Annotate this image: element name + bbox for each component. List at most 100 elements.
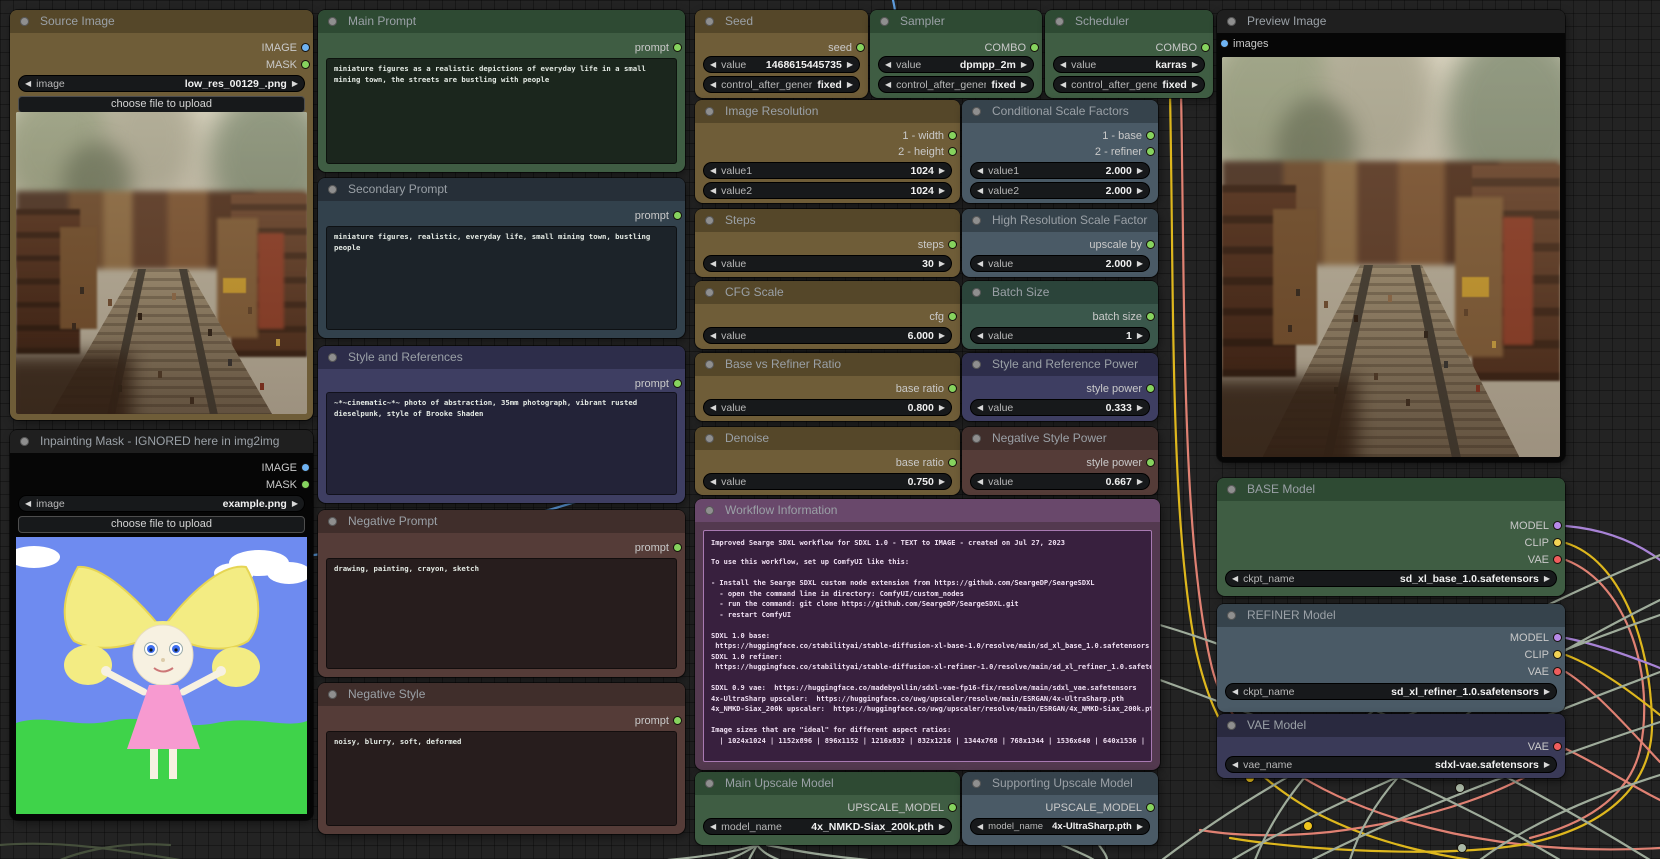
node-main-prompt[interactable]: Main Prompt prompt miniature figures as … — [318, 10, 685, 172]
slot-dot-vae[interactable] — [1553, 742, 1562, 751]
collapse-dot-icon[interactable] — [1055, 17, 1064, 26]
image-widget[interactable]: ◀ image example.png ▶ — [18, 495, 305, 512]
arrow-right-icon[interactable]: ▶ — [939, 477, 945, 486]
node-title-bar[interactable]: Workflow Information — [695, 499, 1160, 522]
node-inpainting-mask[interactable]: Inpainting Mask - IGNORED here in img2im… — [10, 430, 313, 820]
value-widget[interactable]: ◀ value 0.667 ▶ — [970, 473, 1150, 490]
arrow-right-icon[interactable]: ▶ — [939, 166, 945, 175]
slot-dot-prompt[interactable] — [673, 716, 682, 725]
collapse-dot-icon[interactable] — [972, 779, 981, 788]
slot-dot-model[interactable] — [1553, 521, 1562, 530]
node-title-bar[interactable]: REFINER Model — [1217, 604, 1565, 627]
arrow-right-icon[interactable]: ▶ — [1544, 574, 1550, 583]
slot-dot[interactable] — [948, 147, 957, 156]
node-vae-model[interactable]: VAE Model VAE ◀ vae_name sdxl-vae.safetens… — [1217, 714, 1565, 778]
arrow-right-icon[interactable]: ▶ — [292, 79, 298, 88]
node-image-resolution[interactable]: Image Resolution 1 - width 2 - height ◀ v… — [695, 100, 960, 203]
collapse-dot-icon[interactable] — [1227, 721, 1236, 730]
control-after-generate-widget[interactable]: ◀ control_after_generate fixed ▶ — [878, 76, 1034, 93]
slot-dot[interactable] — [948, 384, 957, 393]
workflow-info-textbox[interactable]: Improved Searge SDXL workflow for SDXL 1… — [703, 530, 1152, 762]
arrow-right-icon[interactable]: ▶ — [1137, 822, 1143, 831]
value1-widget[interactable]: ◀ value1 2.000 ▶ — [970, 162, 1150, 179]
arrow-left-icon[interactable]: ◀ — [1232, 687, 1238, 696]
arrow-left-icon[interactable]: ◀ — [885, 60, 891, 69]
slot-dot-prompt[interactable] — [673, 211, 682, 220]
node-title-bar[interactable]: Supporting Upscale Model — [962, 772, 1158, 795]
node-title-bar[interactable]: Main Prompt — [318, 10, 685, 33]
arrow-left-icon[interactable]: ◀ — [710, 477, 716, 486]
value-widget[interactable]: ◀ value 2.000 ▶ — [970, 255, 1150, 272]
arrow-left-icon[interactable]: ◀ — [977, 259, 983, 268]
slot-dot-combo[interactable] — [1030, 43, 1039, 52]
node-title-bar[interactable]: Seed — [695, 10, 868, 33]
collapse-dot-icon[interactable] — [705, 288, 714, 297]
node-high-res-scale-factor[interactable]: High Resolution Scale Factor upscale by … — [962, 209, 1158, 277]
node-title-bar[interactable]: CFG Scale — [695, 281, 960, 304]
node-title-bar[interactable]: Negative Style — [318, 683, 685, 706]
collapse-dot-icon[interactable] — [328, 185, 337, 194]
node-preview-image[interactable]: Preview Image images — [1217, 10, 1565, 462]
slot-dot-clip[interactable] — [1553, 650, 1562, 659]
node-title-bar[interactable]: VAE Model — [1217, 714, 1565, 737]
vae-name-widget[interactable]: ◀ vae_name sdxl-vae.safetensors ▶ — [1225, 756, 1557, 773]
node-title-bar[interactable]: Base vs Refiner Ratio — [695, 353, 960, 376]
node-workflow-information[interactable]: Workflow Information Improved Searge SDX… — [695, 499, 1160, 770]
slot-dot[interactable] — [948, 131, 957, 140]
node-title-bar[interactable]: Sampler — [870, 10, 1042, 33]
node-negative-style[interactable]: Negative Style prompt noisy, blurry, sof… — [318, 683, 685, 834]
collapse-dot-icon[interactable] — [328, 353, 337, 362]
slot-dot-prompt[interactable] — [673, 43, 682, 52]
arrow-right-icon[interactable]: ▶ — [1192, 80, 1198, 89]
slot-dot-vae[interactable] — [1553, 555, 1562, 564]
arrow-left-icon[interactable]: ◀ — [1060, 60, 1066, 69]
node-title-bar[interactable]: BASE Model — [1217, 478, 1565, 501]
node-conditional-scale-factors[interactable]: Conditional Scale Factors 1 - base 2 - r… — [962, 100, 1158, 203]
value1-widget[interactable]: ◀ value1 1024 ▶ — [703, 162, 952, 179]
prompt-textarea[interactable]: miniature figures, realistic, everyday l… — [326, 226, 677, 330]
collapse-dot-icon[interactable] — [1227, 485, 1236, 494]
node-sampler[interactable]: Sampler COMBO ◀ value dpmpp_2m ▶ ◀ control_a… — [870, 10, 1042, 98]
collapse-dot-icon[interactable] — [705, 779, 714, 788]
node-title-bar[interactable]: Style and References — [318, 346, 685, 369]
arrow-right-icon[interactable]: ▶ — [1137, 331, 1143, 340]
slot-dot-combo[interactable] — [1201, 43, 1210, 52]
node-negative-style-power[interactable]: Negative Style Power style power ◀ value 0… — [962, 427, 1158, 495]
value-widget[interactable]: ◀ value 6.000 ▶ — [703, 327, 952, 344]
slot-dot[interactable] — [948, 803, 957, 812]
ckpt-name-widget[interactable]: ◀ ckpt_name sd_xl_base_1.0.safetensors ▶ — [1225, 570, 1557, 587]
arrow-left-icon[interactable]: ◀ — [25, 79, 31, 88]
collapse-dot-icon[interactable] — [20, 17, 29, 26]
node-title-bar[interactable]: Image Resolution — [695, 100, 960, 123]
value-widget[interactable]: ◀ value 30 ▶ — [703, 255, 952, 272]
arrow-left-icon[interactable]: ◀ — [977, 403, 983, 412]
control-after-generate-widget[interactable]: ◀ control_after_generate fixed ▶ — [703, 76, 860, 93]
slot-dot[interactable] — [1146, 131, 1155, 140]
collapse-dot-icon[interactable] — [972, 360, 981, 369]
slot-dot-clip[interactable] — [1553, 538, 1562, 547]
value-widget[interactable]: ◀ value 0.800 ▶ — [703, 399, 952, 416]
slot-dot[interactable] — [948, 240, 957, 249]
node-title-bar[interactable]: Negative Prompt — [318, 510, 685, 533]
collapse-dot-icon[interactable] — [972, 216, 981, 225]
arrow-left-icon[interactable]: ◀ — [710, 60, 716, 69]
slot-dot[interactable] — [1146, 147, 1155, 156]
node-secondary-prompt[interactable]: Secondary Prompt prompt miniature figure… — [318, 178, 685, 338]
node-title-bar[interactable]: Scheduler — [1045, 10, 1213, 33]
collapse-dot-icon[interactable] — [972, 107, 981, 116]
node-title-bar[interactable]: Style and Reference Power — [962, 353, 1158, 376]
arrow-left-icon[interactable]: ◀ — [710, 259, 716, 268]
slot-dot-mask[interactable] — [301, 60, 310, 69]
node-cfg-scale[interactable]: CFG Scale cfg ◀ value 6.000 ▶ — [695, 281, 960, 349]
collapse-dot-icon[interactable] — [705, 107, 714, 116]
arrow-left-icon[interactable]: ◀ — [977, 477, 983, 486]
slot-dot-model[interactable] — [1553, 633, 1562, 642]
slot-dot[interactable] — [1146, 458, 1155, 467]
collapse-dot-icon[interactable] — [972, 288, 981, 297]
node-title-bar[interactable]: Preview Image — [1217, 10, 1565, 33]
slot-dot-image[interactable] — [301, 43, 310, 52]
arrow-right-icon[interactable]: ▶ — [939, 822, 945, 831]
arrow-right-icon[interactable]: ▶ — [847, 60, 853, 69]
node-title-bar[interactable]: Source Image — [10, 10, 313, 33]
slot-dot-image[interactable] — [301, 463, 310, 472]
